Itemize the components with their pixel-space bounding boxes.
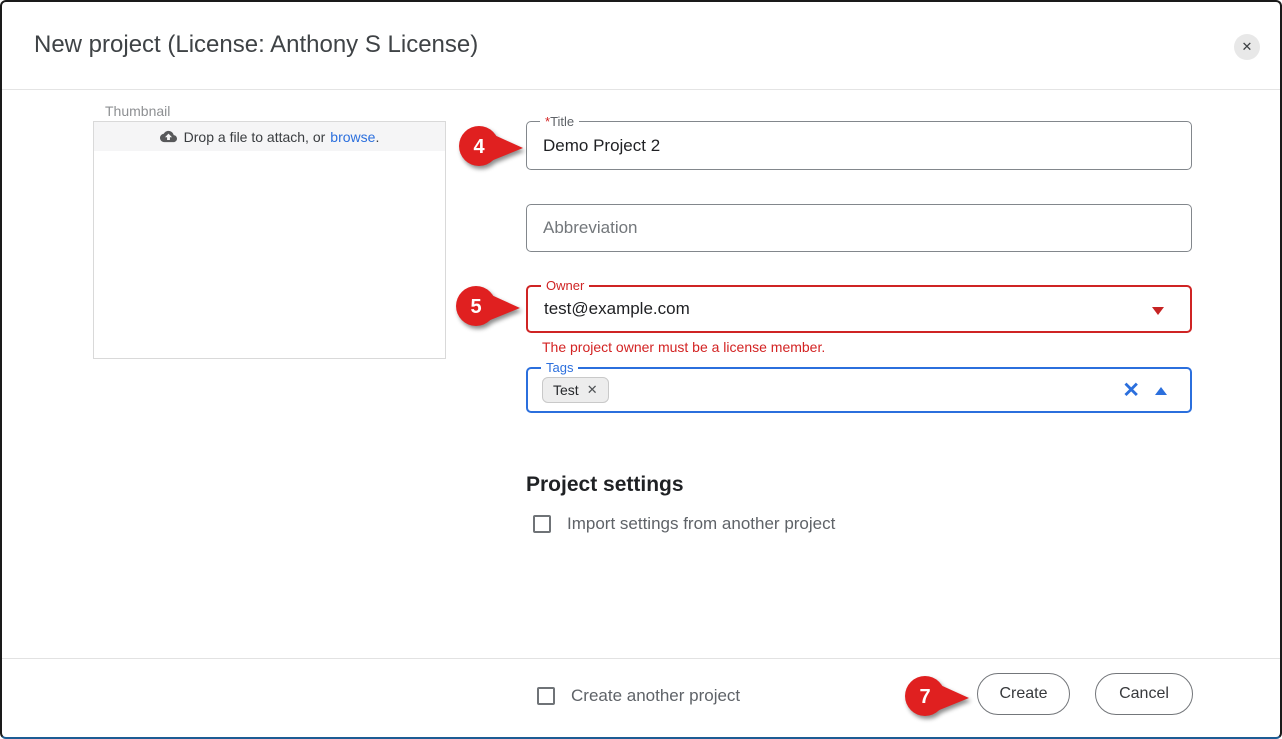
- create-button[interactable]: Create: [977, 673, 1070, 715]
- annotation-number: 4: [473, 136, 485, 158]
- cancel-button[interactable]: Cancel: [1095, 673, 1193, 715]
- owner-field-value[interactable]: test@example.com: [528, 287, 1190, 331]
- title-field-value[interactable]: Demo Project 2: [527, 122, 1191, 169]
- dialog-title: New project (License: Anthony S License): [34, 31, 478, 59]
- owner-field-label: Owner: [541, 278, 589, 293]
- abbreviation-input[interactable]: [527, 205, 1191, 251]
- thumbnail-drop-bar: Drop a file to attach, or browse .: [94, 122, 445, 151]
- tag-chip[interactable]: Test ✕: [542, 377, 609, 403]
- import-settings-row: Import settings from another project: [533, 514, 835, 534]
- import-settings-label: Import settings from another project: [567, 514, 835, 534]
- create-another-label: Create another project: [571, 686, 740, 706]
- footer-divider: [2, 658, 1280, 659]
- create-another-row: Create another project: [537, 686, 740, 706]
- project-settings-heading: Project settings: [526, 473, 684, 497]
- title-field-label: *Title: [540, 114, 579, 129]
- annotation-arrow-7: 7: [903, 673, 971, 720]
- tags-collapse-caret-icon[interactable]: [1155, 387, 1167, 395]
- new-project-dialog: New project (License: Anthony S License)…: [0, 0, 1282, 739]
- owner-error-message: The project owner must be a license memb…: [542, 339, 825, 355]
- header-divider: [2, 89, 1280, 90]
- tag-chip-remove-icon[interactable]: ✕: [587, 382, 598, 398]
- close-icon: ✕: [1242, 39, 1253, 55]
- tags-clear-icon[interactable]: ✕: [1122, 377, 1140, 405]
- tags-field-label: Tags: [541, 360, 578, 375]
- annotation-arrow-5: 5: [454, 283, 522, 330]
- tag-chip-label: Test: [553, 382, 579, 398]
- close-button[interactable]: ✕: [1234, 34, 1260, 60]
- drop-text-suffix: .: [375, 129, 379, 145]
- abbreviation-field[interactable]: [526, 204, 1192, 252]
- drop-text: Drop a file to attach, or: [184, 129, 326, 145]
- import-settings-checkbox[interactable]: [533, 515, 551, 533]
- create-another-checkbox[interactable]: [537, 687, 555, 705]
- annotation-number: 7: [919, 686, 930, 708]
- annotation-arrow-4: 4: [457, 123, 525, 170]
- thumbnail-dropzone[interactable]: Drop a file to attach, or browse .: [93, 121, 446, 359]
- thumbnail-label: Thumbnail: [105, 103, 170, 119]
- browse-link[interactable]: browse: [330, 129, 375, 145]
- owner-field[interactable]: Owner test@example.com: [526, 285, 1192, 333]
- owner-dropdown-caret-icon[interactable]: [1152, 307, 1164, 315]
- cloud-upload-icon: [160, 128, 177, 145]
- title-field[interactable]: *Title Demo Project 2: [526, 121, 1192, 170]
- annotation-number: 5: [470, 296, 481, 318]
- tags-field[interactable]: Tags Test ✕ ✕: [526, 367, 1192, 413]
